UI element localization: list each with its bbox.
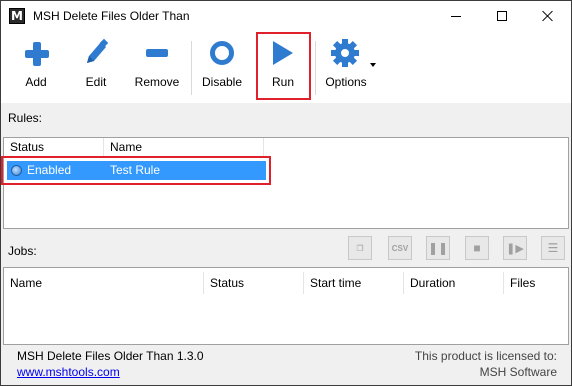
remove-button[interactable]: Remove xyxy=(131,31,183,103)
jobs-bar: Jobs: ❐ CSV ❚❚ ■ ❚▶ ☰ xyxy=(1,231,571,265)
jobs-list[interactable]: Name Status Start time Duration Files xyxy=(3,267,569,345)
edit-button-label: Edit xyxy=(85,75,107,89)
csv-icon: CSV xyxy=(391,243,409,253)
options-button[interactable]: Options xyxy=(321,31,371,103)
pause-button[interactable]: ❚❚ xyxy=(426,236,450,260)
rule-highlight-box xyxy=(1,156,271,185)
column-header-name[interactable]: Name xyxy=(4,272,204,294)
column-header-duration[interactable]: Duration xyxy=(404,272,504,294)
options-button-label: Options xyxy=(325,75,367,89)
pause-icon: ❚❚ xyxy=(427,241,449,255)
jobs-label: Jobs: xyxy=(8,244,37,258)
copy-button[interactable]: ❐ xyxy=(348,236,372,260)
app-window: M MSH Delete Files Older Than Add Edit R… xyxy=(0,0,572,386)
toolbar-separator xyxy=(315,41,316,95)
column-header-files[interactable]: Files xyxy=(504,272,568,294)
stop-button[interactable]: ■ xyxy=(465,236,489,260)
add-button[interactable]: Add xyxy=(13,31,59,103)
minimize-button[interactable] xyxy=(433,1,479,31)
export-csv-button[interactable]: CSV xyxy=(388,236,412,260)
maximize-icon xyxy=(497,11,507,21)
app-logo-icon: M xyxy=(9,8,25,24)
column-header-status[interactable]: Status xyxy=(204,272,304,294)
column-header-name[interactable]: Name xyxy=(104,138,264,157)
clear-button[interactable]: ☰ xyxy=(541,236,565,260)
close-icon xyxy=(542,10,554,22)
window-title: MSH Delete Files Older Than xyxy=(33,9,190,23)
close-button[interactable] xyxy=(525,1,571,31)
edit-button[interactable]: Edit xyxy=(73,31,119,103)
licensee-text: MSH Software xyxy=(479,365,557,379)
minus-icon xyxy=(131,31,183,75)
resume-button[interactable]: ❚▶ xyxy=(503,236,527,260)
chevron-down-icon[interactable] xyxy=(370,63,376,67)
version-text: MSH Delete Files Older Than 1.3.0 xyxy=(17,349,204,363)
copy-icon: ❐ xyxy=(356,243,364,253)
column-header-start-time[interactable]: Start time xyxy=(304,272,404,294)
toolbar-separator xyxy=(191,41,192,95)
gear-icon xyxy=(321,31,371,75)
rules-label: Rules: xyxy=(8,111,43,125)
ring-icon xyxy=(198,31,246,75)
resume-icon: ❚▶ xyxy=(506,242,524,255)
maximize-button[interactable] xyxy=(479,1,525,31)
run-highlight-box xyxy=(256,32,311,100)
pencil-icon xyxy=(73,31,119,75)
remove-button-label: Remove xyxy=(134,75,180,89)
clear-list-icon: ☰ xyxy=(547,241,559,255)
plus-icon xyxy=(13,31,59,75)
footer: MSH Delete Files Older Than 1.3.0 www.ms… xyxy=(1,345,571,385)
add-button-label: Add xyxy=(25,75,47,89)
license-text: This product is licensed to: xyxy=(414,349,557,363)
title-bar: M MSH Delete Files Older Than xyxy=(1,1,571,31)
disable-button[interactable]: Disable xyxy=(198,31,246,103)
stop-icon: ■ xyxy=(473,241,481,255)
website-link[interactable]: www.mshtools.com xyxy=(17,365,120,379)
minimize-icon xyxy=(451,15,461,17)
disable-button-label: Disable xyxy=(201,75,243,89)
column-header-status[interactable]: Status xyxy=(4,138,104,157)
